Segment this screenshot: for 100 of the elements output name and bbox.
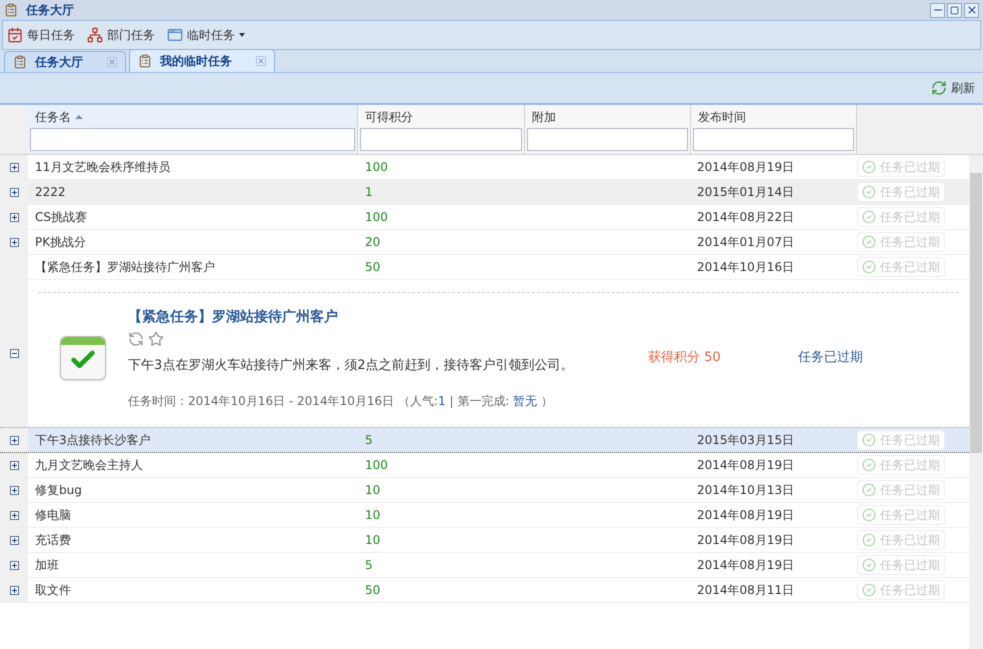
date-cell-text: 2014年01月07日 [696,234,796,250]
task-name-cell-text: 充话费 [34,532,72,548]
maximize-button[interactable] [947,2,962,18]
detail-title[interactable]: 【紧急任务】罗湖站接待广州客户 [128,307,648,327]
calendar-icon [7,27,23,43]
close-button[interactable] [964,2,979,18]
table-row[interactable]: 2222 1 2015年01月14日 任务已过期 [0,180,969,205]
date-cell-text: 2015年03月15日 [696,432,796,448]
check-circle-icon [862,160,876,174]
date-cell-text: 2014年10月16日 [696,259,796,275]
check-circle-icon [862,558,876,572]
star-icon[interactable] [148,331,164,347]
date-cell-text: 2014年08月22日 [696,209,796,225]
expand-icon[interactable] [10,188,18,196]
date-cell-text: 2014年08月19日 [696,159,796,175]
expand-icon[interactable] [10,510,18,520]
date-cell-text: 2014年08月19日 [696,507,796,523]
expand-icon[interactable] [10,212,18,222]
detail-description: 下午3点在罗湖火车站接待广州来客，须2点之前赶到，接待客户引领到公司。 [128,357,575,375]
first-done-link[interactable]: 暂无 [513,394,538,408]
task-name-cell-text: 11月文艺晚会秩序维持员 [34,159,172,175]
check-circle-icon [862,235,876,249]
expand-icon[interactable] [10,162,18,172]
date-cell-text: 2014年08月19日 [696,457,796,473]
close-tab-icon[interactable] [107,57,117,67]
table-row[interactable]: 九月文艺晚会主持人 100 2014年08月19日 任务已过期 [0,453,969,478]
scrollbar[interactable] [969,155,983,649]
points-cell-text: 100 [364,209,389,225]
table-row[interactable]: 充话费 10 2014年08月19日 任务已过期 [0,528,969,553]
collapse-icon[interactable] [10,349,18,358]
close-tab-icon[interactable] [256,56,266,66]
toolbar-button[interactable]: 部门任务 [87,27,155,43]
minimize-button[interactable] [930,2,945,18]
expand-icon[interactable] [10,460,18,470]
close-icon [966,4,978,16]
expand-icon[interactable] [10,536,18,544]
table-row[interactable]: 加班 5 2014年08月19日 任务已过期 [0,553,969,578]
table-row[interactable]: PK挑战分 20 2014年01月07日 任务已过期 [0,230,969,255]
filter-field[interactable] [360,128,522,151]
column-header[interactable]: 发布时间 [691,105,857,154]
filter-field[interactable] [527,128,688,151]
check-circle-icon [862,210,876,224]
check-circle-icon [862,533,876,547]
points-cell-text: 1 [364,184,374,200]
table-row[interactable]: 修复bug 10 2014年10月13日 任务已过期 [0,478,969,503]
column-header[interactable]: 附加 [525,105,691,154]
task-name-cell-text: 九月文艺晚会主持人 [34,457,144,473]
points-cell-text: 100 [364,159,389,175]
clipboard-icon [138,54,152,68]
points-cell-text: 5 [364,557,374,573]
points-cell-text: 20 [364,234,382,250]
check-circle-icon [862,583,876,597]
tab[interactable]: 我的临时任务 [129,49,275,72]
date-cell-text: 2014年08月11日 [696,582,796,598]
window-title: 任务大厅 [26,2,74,18]
table-row[interactable]: 修电脑 10 2014年08月19日 任务已过期 [0,503,969,528]
popularity-link[interactable]: 1 [438,394,446,408]
check-circle-icon [862,260,876,274]
filter-field[interactable] [30,128,355,151]
table-row[interactable]: 取文件 50 2014年08月11日 任务已过期 [0,578,969,603]
date-cell-text: 2015年01月14日 [696,184,796,200]
column-header[interactable]: 可得积分 [358,105,525,154]
points-cell-text: 5 [364,432,374,448]
refresh-button[interactable]: 刷新 [931,80,975,96]
task-name-cell-text: PK挑战分 [34,234,88,250]
check-circle-icon [862,185,876,199]
check-circle-icon [862,433,876,447]
date-cell-text: 2014年08月19日 [696,532,796,548]
task-name-cell-text: 取文件 [34,582,72,598]
task-name-cell-text: 修复bug [34,482,83,498]
tab[interactable]: 任务大厅 [4,51,126,72]
detail-status-text: 任务已过期 [798,349,863,367]
expand-icon[interactable] [10,436,18,444]
clipboard-icon [13,55,27,69]
points-cell-text: 100 [364,457,389,473]
window-icon [167,27,183,43]
reward-points-text: 获得积分 50 [648,349,721,367]
table-row[interactable]: CS挑战赛 100 2014年08月22日 任务已过期 [0,205,969,230]
maximize-icon [950,6,959,14]
task-time-text: 任务时间：2014年10月16日 - 2014年10月16日 （人气:1 | 第一完成: 暂无 ） [128,393,554,409]
network-icon [87,27,103,43]
table-row[interactable]: 【紧急任务】罗湖站接待广州客户 50 2014年10月16日 任务已过期 [0,255,969,280]
toolbar-button[interactable]: 临时任务 [167,27,245,43]
caret-icon [239,33,245,37]
date-cell-text: 2014年10月13日 [696,482,796,498]
table-row[interactable]: 下午3点接待长沙客户 5 2015年03月15日 任务已过期 [0,428,969,453]
sort-ascending-icon [75,114,83,118]
column-header[interactable]: 任务名 [28,105,358,154]
toolbar-button[interactable]: 每日任务 [7,27,75,43]
filter-field[interactable] [693,128,854,151]
sync-icon[interactable] [128,331,144,347]
expand-icon[interactable] [10,238,18,246]
task-name-cell-text: CS挑战赛 [34,209,88,225]
expand-icon[interactable] [10,560,18,570]
table-row[interactable]: 11月文艺晚会秩序维持员 100 2014年08月19日 任务已过期 [0,155,969,180]
refresh-icon [931,80,947,96]
check-circle-icon [862,508,876,522]
task-name-cell-text: 修电脑 [34,507,72,523]
expand-icon[interactable] [10,486,18,494]
expand-icon[interactable] [10,586,18,594]
